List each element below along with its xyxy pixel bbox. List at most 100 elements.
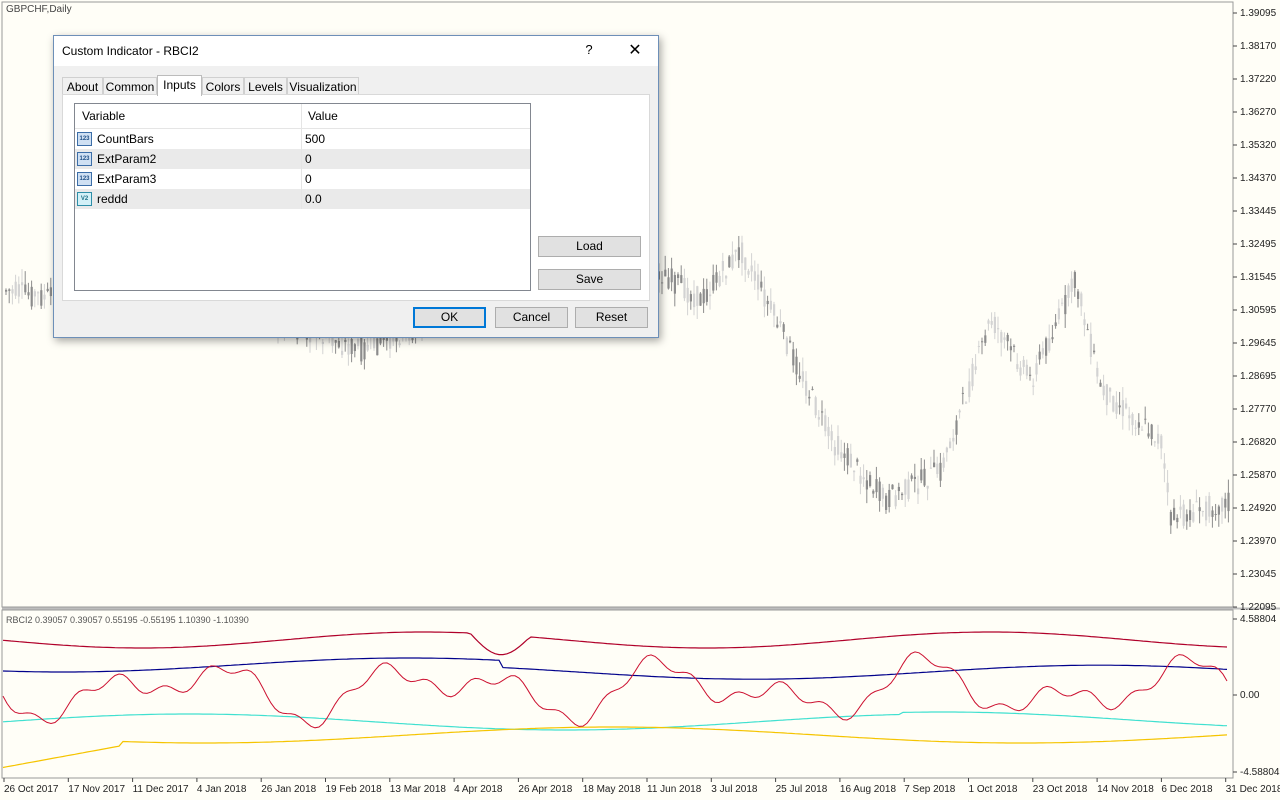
header-variable[interactable]: Variable: [82, 104, 125, 128]
candle-body: [363, 342, 366, 360]
candle-body: [1086, 329, 1089, 331]
rbci-oscillator-line: [2, 651, 1228, 729]
candle-body: [1169, 512, 1172, 526]
candle-body: [1064, 294, 1067, 315]
candle-body: [37, 292, 40, 294]
variable-name: ExtParam2: [97, 152, 157, 166]
candle-body: [1157, 433, 1160, 444]
candle-body: [862, 477, 865, 480]
tab-inputs[interactable]: Inputs: [157, 75, 202, 96]
candle-body: [961, 392, 964, 394]
candle-body: [843, 453, 846, 458]
table-row[interactable]: V2 reddd 0.0: [75, 189, 530, 209]
candle-body: [1070, 278, 1073, 292]
candle-body: [1137, 422, 1140, 428]
date-tick-label: 11 Jun 2018: [647, 784, 702, 795]
candle-body: [1166, 482, 1169, 493]
candle-body: [661, 282, 664, 284]
save-button[interactable]: Save: [538, 269, 641, 290]
candle-body: [1112, 396, 1115, 412]
candle-body: [987, 320, 990, 324]
candle-body: [827, 426, 830, 437]
price-tick-label: 1.28695: [1240, 371, 1277, 382]
ok-button[interactable]: OK: [413, 307, 486, 328]
candle-body: [705, 289, 708, 302]
candle-body: [779, 321, 782, 324]
variable-value[interactable]: 500: [305, 129, 325, 149]
candle-body: [885, 495, 888, 510]
candle-body: [341, 350, 344, 355]
tab-common[interactable]: Common: [103, 77, 157, 95]
price-tick-label: 1.24920: [1240, 503, 1277, 514]
candle-body: [21, 282, 24, 286]
candle-body: [1035, 363, 1038, 375]
candle-body: [43, 294, 46, 300]
candle-body: [1083, 319, 1086, 326]
candle-body: [1134, 427, 1137, 429]
candle-body: [1217, 506, 1220, 515]
candle-body: [677, 274, 680, 278]
price-tick-label: 1.38170: [1240, 41, 1277, 52]
candle-body: [907, 479, 910, 500]
help-button[interactable]: ?: [574, 42, 604, 60]
cancel-button[interactable]: Cancel: [495, 307, 568, 328]
tab-about[interactable]: About: [62, 77, 103, 95]
candle-body: [875, 479, 878, 493]
candle-body: [712, 274, 715, 291]
price-tick-label: 1.34370: [1240, 173, 1277, 184]
candle-body: [1214, 513, 1217, 515]
candle-body: [811, 388, 814, 390]
candle-body: [27, 292, 30, 296]
candle-body: [913, 476, 916, 479]
candle-body: [1057, 308, 1060, 320]
candle-body: [337, 340, 340, 348]
candle-body: [1041, 348, 1044, 355]
dialog-title: Custom Indicator - RBCI2: [62, 44, 199, 58]
date-tick-label: 4 Apr 2018: [454, 784, 503, 795]
tab-visualization[interactable]: Visualization: [287, 77, 359, 95]
candle-body: [1192, 512, 1195, 522]
integer-icon: 123: [77, 152, 92, 166]
variable-value[interactable]: 0: [305, 149, 312, 169]
dialog-titlebar[interactable]: Custom Indicator - RBCI2 ? ✕: [54, 36, 658, 66]
candle-body: [664, 269, 667, 277]
candle-body: [750, 265, 753, 272]
candle-body: [1221, 497, 1224, 512]
candle-body: [1118, 405, 1121, 408]
inputs-panel: Variable Value 123 CountBars 500 123 Ext…: [62, 94, 650, 301]
table-row[interactable]: 123 CountBars 500: [75, 129, 530, 149]
candle-body: [1067, 285, 1070, 298]
candle-body: [817, 417, 820, 420]
reset-button[interactable]: Reset: [575, 307, 648, 328]
table-row[interactable]: 123 ExtParam3 0: [75, 169, 530, 189]
indicator-tick-label: 0.00: [1240, 690, 1260, 701]
candle-body: [798, 375, 801, 379]
custom-indicator-dialog: Custom Indicator - RBCI2 ? ✕ About Commo…: [53, 35, 659, 338]
candle-body: [936, 463, 939, 475]
candle-body: [744, 257, 747, 270]
candle-body: [1029, 374, 1032, 376]
candle-body: [757, 274, 760, 290]
header-value[interactable]: Value: [308, 104, 338, 128]
candle-body: [1077, 291, 1080, 299]
candle-body: [1128, 415, 1131, 419]
candle-body: [398, 343, 401, 346]
tab-colors[interactable]: Colors: [202, 77, 244, 95]
price-tick-label: 1.36270: [1240, 107, 1277, 118]
candle-body: [741, 242, 744, 264]
candle-body: [731, 254, 734, 269]
candle-body: [808, 396, 811, 399]
table-row[interactable]: 123 ExtParam2 0: [75, 149, 530, 169]
candle-body: [1150, 424, 1153, 440]
tab-levels[interactable]: Levels: [244, 77, 287, 95]
candle-body: [763, 289, 766, 307]
candle-body: [1073, 272, 1076, 289]
close-button[interactable]: ✕: [620, 40, 650, 62]
date-tick-label: 11 Dec 2017: [133, 784, 189, 795]
integer-icon: 123: [77, 172, 92, 186]
load-button[interactable]: Load: [538, 236, 641, 257]
variable-value[interactable]: 0: [305, 169, 312, 189]
candle-body: [1032, 385, 1035, 387]
candle-body: [667, 277, 670, 289]
variable-value[interactable]: 0.0: [305, 189, 322, 209]
